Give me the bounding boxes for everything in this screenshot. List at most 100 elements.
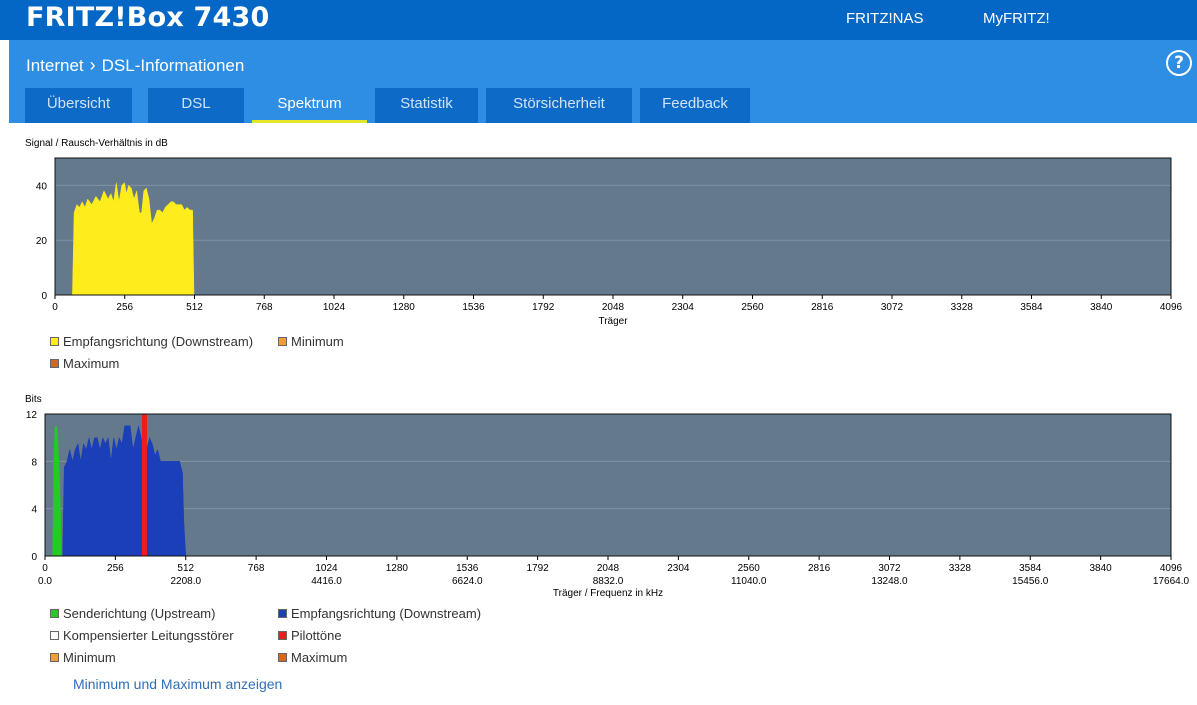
tab-dsl[interactable]: DSL	[148, 88, 244, 123]
y-tick-label: 12	[26, 410, 38, 421]
x-tick-label: 256	[107, 563, 124, 574]
x-tick-label: 3840	[1090, 302, 1113, 313]
legend-bits-minimum: Minimum	[50, 650, 116, 665]
x-tick-label: 0	[42, 563, 48, 574]
freq-tick-label: 8832.0	[593, 576, 624, 587]
legend-label: Pilottöne	[291, 628, 342, 643]
tab-uebersicht[interactable]: Übersicht	[25, 88, 132, 123]
freq-tick-label: 17664.0	[1153, 576, 1190, 587]
y-tick-label: 0	[41, 291, 47, 302]
x-tick-label: 2048	[597, 563, 620, 574]
x-tick-label: 512	[177, 563, 194, 574]
legend-swatch	[278, 337, 287, 346]
tab-stoersicherheit[interactable]: Störsicherheit	[486, 88, 632, 123]
x-tick-label: 3072	[881, 302, 904, 313]
bits-chart: 0 4 8 12 0 256 512 768 1024 1280 1536 1792 2048 2304 2…	[26, 410, 1190, 599]
freq-tick-label: 15456.0	[1012, 576, 1049, 587]
x-tick-label: 1536	[462, 302, 485, 313]
x-tick-label: 2560	[738, 563, 761, 574]
x-tick-label: 1536	[456, 563, 479, 574]
freq-tick-label: 4416.0	[311, 576, 342, 587]
x-tick-label: 2048	[602, 302, 625, 313]
x-tick-label: 4096	[1160, 563, 1183, 574]
x-tick-label: 1792	[527, 563, 550, 574]
x-tick-label: 2816	[811, 302, 834, 313]
tab-statistik[interactable]: Statistik	[375, 88, 478, 123]
x-tick-label: 4096	[1160, 302, 1183, 313]
x-tick-label: 1792	[532, 302, 555, 313]
legend-snr-minimum: Minimum	[278, 334, 344, 349]
tab-feedback[interactable]: Feedback	[640, 88, 750, 123]
x-tick-label: 2560	[741, 302, 764, 313]
freq-tick-label: 2208.0	[170, 576, 201, 587]
plot-area	[45, 414, 1171, 556]
legend-swatch	[50, 609, 59, 618]
top-bar: FRITZ!Box 7430 FRITZ!NAS MyFRITZ!	[0, 0, 1197, 40]
legend-swatch	[278, 609, 287, 618]
freq-tick-label: 13248.0	[871, 576, 908, 587]
chevron-right-icon: ›	[89, 55, 96, 75]
series-mark	[141, 414, 147, 556]
plot-area	[55, 158, 1171, 295]
brand-title: FRITZ!Box 7430	[26, 2, 270, 33]
x-tick-label: 2816	[808, 563, 831, 574]
legend-swatch	[50, 631, 59, 640]
breadcrumb: Internet › DSL-Informationen	[26, 55, 244, 76]
legend-bits-upstream: Senderichtung (Upstream)	[50, 606, 215, 621]
x-tick-label: 3840	[1090, 563, 1113, 574]
x-axis-label: Träger / Frequenz in kHz	[553, 588, 663, 599]
x-tick-label: 256	[116, 302, 133, 313]
legend-label: Minimum	[291, 334, 344, 349]
legend-label: Empfangsrichtung (Downstream)	[63, 334, 254, 349]
x-tick-label: 0	[52, 302, 58, 313]
x-tick-label: 3328	[949, 563, 972, 574]
x-tick-label: 1024	[315, 563, 338, 574]
legend-bits-pilot: Pilottöne	[278, 628, 342, 643]
legend-swatch	[50, 359, 59, 368]
legend-label: Empfangsrichtung (Downstream)	[291, 606, 482, 621]
x-tick-label: 2304	[667, 563, 690, 574]
x-tick-label: 1280	[386, 563, 409, 574]
legend-bits-maximum: Maximum	[278, 650, 347, 665]
breadcrumb-current: DSL-Informationen	[101, 55, 245, 75]
y-tick-label: 4	[31, 505, 37, 516]
freq-tick-label: 11040.0	[731, 576, 767, 587]
legend-snr-downstream: Empfangsrichtung (Downstream)	[50, 334, 253, 349]
x-tick-label: 1024	[323, 302, 346, 313]
x-tick-label: 768	[248, 563, 265, 574]
y-tick-label: 20	[36, 236, 48, 247]
legend-swatch	[278, 631, 287, 640]
freq-tick-label: 6624.0	[452, 576, 483, 587]
bits-chart-ylabel: Bits	[25, 394, 42, 405]
x-tick-label: 3584	[1020, 302, 1043, 313]
legend-bits-compensated: Kompensierter Leitungsstörer	[50, 628, 234, 643]
help-icon[interactable]: ?	[1166, 50, 1192, 76]
legend-label: Senderichtung (Upstream)	[63, 606, 216, 621]
legend-label: Kompensierter Leitungsstörer	[63, 628, 234, 643]
y-tick-label: 0	[31, 552, 37, 563]
y-tick-label: 8	[31, 457, 37, 468]
myfritz-link[interactable]: MyFRITZ!	[983, 10, 1050, 27]
legend-swatch	[50, 337, 59, 346]
legend-snr-maximum: Maximum	[50, 356, 119, 371]
snr-chart: 0 20 40 0 256 512 768 1024 1280 1536 1792 2048 2304 2…	[36, 157, 1183, 327]
x-tick-label: 512	[186, 302, 203, 313]
fritz-nas-link[interactable]: FRITZ!NAS	[846, 10, 924, 27]
freq-tick-label: 0.0	[38, 576, 52, 587]
y-tick-label: 40	[36, 181, 48, 192]
breadcrumb-parent[interactable]: Internet	[26, 56, 84, 76]
x-tick-label: 3584	[1019, 563, 1042, 574]
legend-bits-downstream: Empfangsrichtung (Downstream)	[278, 606, 481, 621]
tab-spektrum[interactable]: Spektrum	[252, 88, 367, 123]
legend-swatch	[278, 653, 287, 662]
x-tick-label: 768	[256, 302, 273, 313]
x-tick-label: 3072	[878, 563, 901, 574]
x-axis-label: Träger	[598, 316, 628, 327]
legend-label: Maximum	[63, 356, 120, 371]
snr-chart-ylabel: Signal / Rausch-Verhältnis in dB	[25, 138, 168, 149]
show-minmax-link[interactable]: Minimum und Maximum anzeigen	[73, 676, 282, 692]
legend-label: Minimum	[63, 650, 116, 665]
x-tick-label: 2304	[672, 302, 695, 313]
x-tick-label: 3328	[951, 302, 974, 313]
legend-label: Maximum	[291, 650, 348, 665]
